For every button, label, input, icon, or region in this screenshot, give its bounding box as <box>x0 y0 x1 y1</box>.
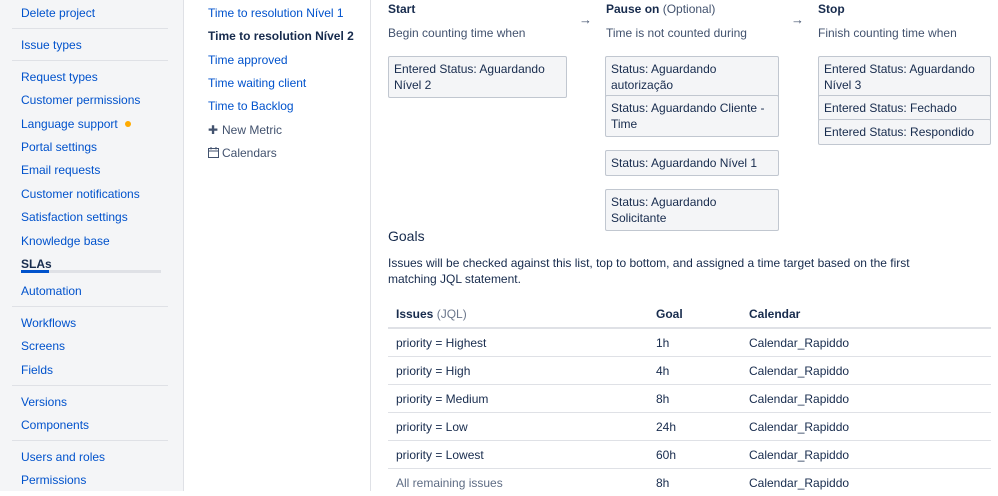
goal-time: 24h <box>656 420 677 434</box>
sidebar-item-customer-permissions[interactable]: Customer permissions <box>21 92 140 108</box>
column-header-goal: Goal <box>656 307 683 321</box>
goal-jql: priority = Lowest <box>396 448 484 462</box>
sidebar-item-label: Language support <box>21 117 118 131</box>
goal-calendar: Calendar_Rapiddo <box>749 364 850 378</box>
sidebar-item-satisfaction-settings[interactable]: Satisfaction settings <box>21 209 128 225</box>
metric-item-time-to-resolution-nivel-2[interactable]: Time to resolution Nível 2 <box>208 28 354 44</box>
goal-jql: priority = Highest <box>396 336 487 350</box>
metric-item-time-to-backlog[interactable]: Time to Backlog <box>208 98 294 114</box>
sidebar-item-screens[interactable]: Screens <box>21 338 65 354</box>
sidebar-item-knowledge-base[interactable]: Knowledge base <box>21 233 110 249</box>
goal-jql: priority = Medium <box>396 392 489 406</box>
stop-condition-chip[interactable]: Entered Status: Aguardando Nível 3 <box>818 56 991 98</box>
goal-calendar: Calendar_Rapiddo <box>749 392 850 406</box>
notification-dot-icon <box>124 121 131 127</box>
stop-condition-chip[interactable]: Entered Status: Fechado <box>818 95 991 121</box>
metric-item-time-waiting-client[interactable]: Time waiting client <box>208 75 306 91</box>
stop-subtitle: Finish counting time when <box>818 26 957 40</box>
goal-time: 4h <box>656 364 670 378</box>
sidebar-item-components[interactable]: Components <box>21 417 89 433</box>
table-row[interactable]: priority = Low 24h Calendar_Rapiddo <box>388 413 991 441</box>
sidebar-divider <box>12 385 168 386</box>
goal-calendar: Calendar_Rapiddo <box>749 448 850 462</box>
new-metric-label: New Metric <box>222 123 283 137</box>
sla-metric-editor: Start Begin counting time when Entered S… <box>372 0 998 491</box>
goal-calendar: Calendar_Rapiddo <box>749 476 850 490</box>
sidebar-item-users-and-roles[interactable]: Users and roles <box>21 449 105 465</box>
jql-hint: (JQL) <box>436 307 467 321</box>
start-title: Start <box>388 2 416 16</box>
issues-header-label: Issues <box>396 307 434 321</box>
goal-time: 8h <box>656 392 670 406</box>
calendars-link[interactable]: Calendars <box>208 145 277 161</box>
sidebar-divider <box>12 28 168 29</box>
goal-calendar: Calendar_Rapiddo <box>749 336 850 350</box>
sidebar-item-issue-types[interactable]: Issue types <box>21 37 82 53</box>
goals-description: Issues will be checked against this list… <box>388 256 910 286</box>
sidebar-item-language-support[interactable]: Language support <box>21 116 131 132</box>
column-header-calendar: Calendar <box>749 307 801 321</box>
goal-time: 8h <box>656 476 670 490</box>
plus-icon: ✚ <box>208 123 219 137</box>
sidebar-item-customer-notifications[interactable]: Customer notifications <box>21 186 140 202</box>
arrow-right-icon: → <box>791 12 804 27</box>
start-subtitle: Begin counting time when <box>388 26 526 40</box>
goal-jql: All remaining issues <box>396 476 503 490</box>
stop-title: Stop <box>818 2 845 16</box>
calendar-icon <box>208 145 222 161</box>
sidebar-item-email-requests[interactable]: Email requests <box>21 162 100 178</box>
metric-item-time-to-resolution-nivel-1[interactable]: Time to resolution Nível 1 <box>208 5 344 21</box>
sidebar-divider <box>12 440 168 441</box>
table-row[interactable]: priority = High 4h Calendar_Rapiddo <box>388 357 991 385</box>
table-row[interactable]: priority = Medium 8h Calendar_Rapiddo <box>388 385 991 413</box>
sla-active-indicator <box>21 270 161 273</box>
pause-condition-chip[interactable]: Status: Aguardando Solicitante <box>605 189 779 231</box>
pause-title-text: Pause on <box>606 2 660 16</box>
table-row-remaining[interactable]: All remaining issues 8h Calendar_Rapiddo <box>388 469 991 496</box>
goal-jql: priority = Low <box>396 420 468 434</box>
sla-active-indicator-fill <box>21 270 49 273</box>
sidebar-item-request-types[interactable]: Request types <box>21 69 98 85</box>
sidebar-divider <box>12 60 168 61</box>
sidebar-item-versions[interactable]: Versions <box>21 394 67 410</box>
goals-table-header: Issues (JQL) Goal Calendar <box>388 300 991 329</box>
sidebar-item-automation[interactable]: Automation <box>21 283 82 299</box>
pause-subtitle: Time is not counted during <box>606 26 747 40</box>
sla-metrics-list: Time to resolution Nível 1 Time to resol… <box>185 0 371 491</box>
table-row[interactable]: priority = Lowest 60h Calendar_Rapiddo <box>388 441 991 469</box>
sidebar-item-workflows[interactable]: Workflows <box>21 315 76 331</box>
goals-table: Issues (JQL) Goal Calendar priority = Hi… <box>388 300 991 496</box>
sidebar-divider <box>12 306 168 307</box>
goal-time: 1h <box>656 336 670 350</box>
pause-condition-chip[interactable]: Status: Aguardando autorização <box>605 56 779 98</box>
start-condition-chip[interactable]: Entered Status: Aguardando Nível 2 <box>388 56 567 98</box>
stop-condition-chip[interactable]: Entered Status: Respondido <box>818 119 991 145</box>
metric-item-time-approved[interactable]: Time approved <box>208 52 288 68</box>
sidebar-item-portal-settings[interactable]: Portal settings <box>21 139 97 155</box>
table-row[interactable]: priority = Highest 1h Calendar_Rapiddo <box>388 329 991 357</box>
goal-time: 60h <box>656 448 677 462</box>
goal-calendar: Calendar_Rapiddo <box>749 420 850 434</box>
pause-title: Pause on (Optional) <box>606 2 715 16</box>
pause-condition-chip[interactable]: Status: Aguardando Cliente - Time <box>605 95 779 137</box>
goal-jql: priority = High <box>396 364 471 378</box>
new-metric-button[interactable]: ✚ New Metric <box>208 122 282 138</box>
sidebar-item-fields[interactable]: Fields <box>21 362 53 378</box>
calendars-label: Calendars <box>222 146 277 160</box>
sidebar-item-permissions[interactable]: Permissions <box>21 472 86 488</box>
sidebar-item-delete-project[interactable]: Delete project <box>21 5 95 21</box>
pause-condition-chip[interactable]: Status: Aguardando Nível 1 <box>605 150 779 176</box>
project-settings-sidebar: Delete project Issue types Request types… <box>0 0 184 491</box>
column-header-issues: Issues (JQL) <box>396 307 467 321</box>
arrow-right-icon: → <box>579 12 592 27</box>
pause-optional-hint: (Optional) <box>662 2 716 16</box>
goals-title: Goals <box>388 228 425 244</box>
